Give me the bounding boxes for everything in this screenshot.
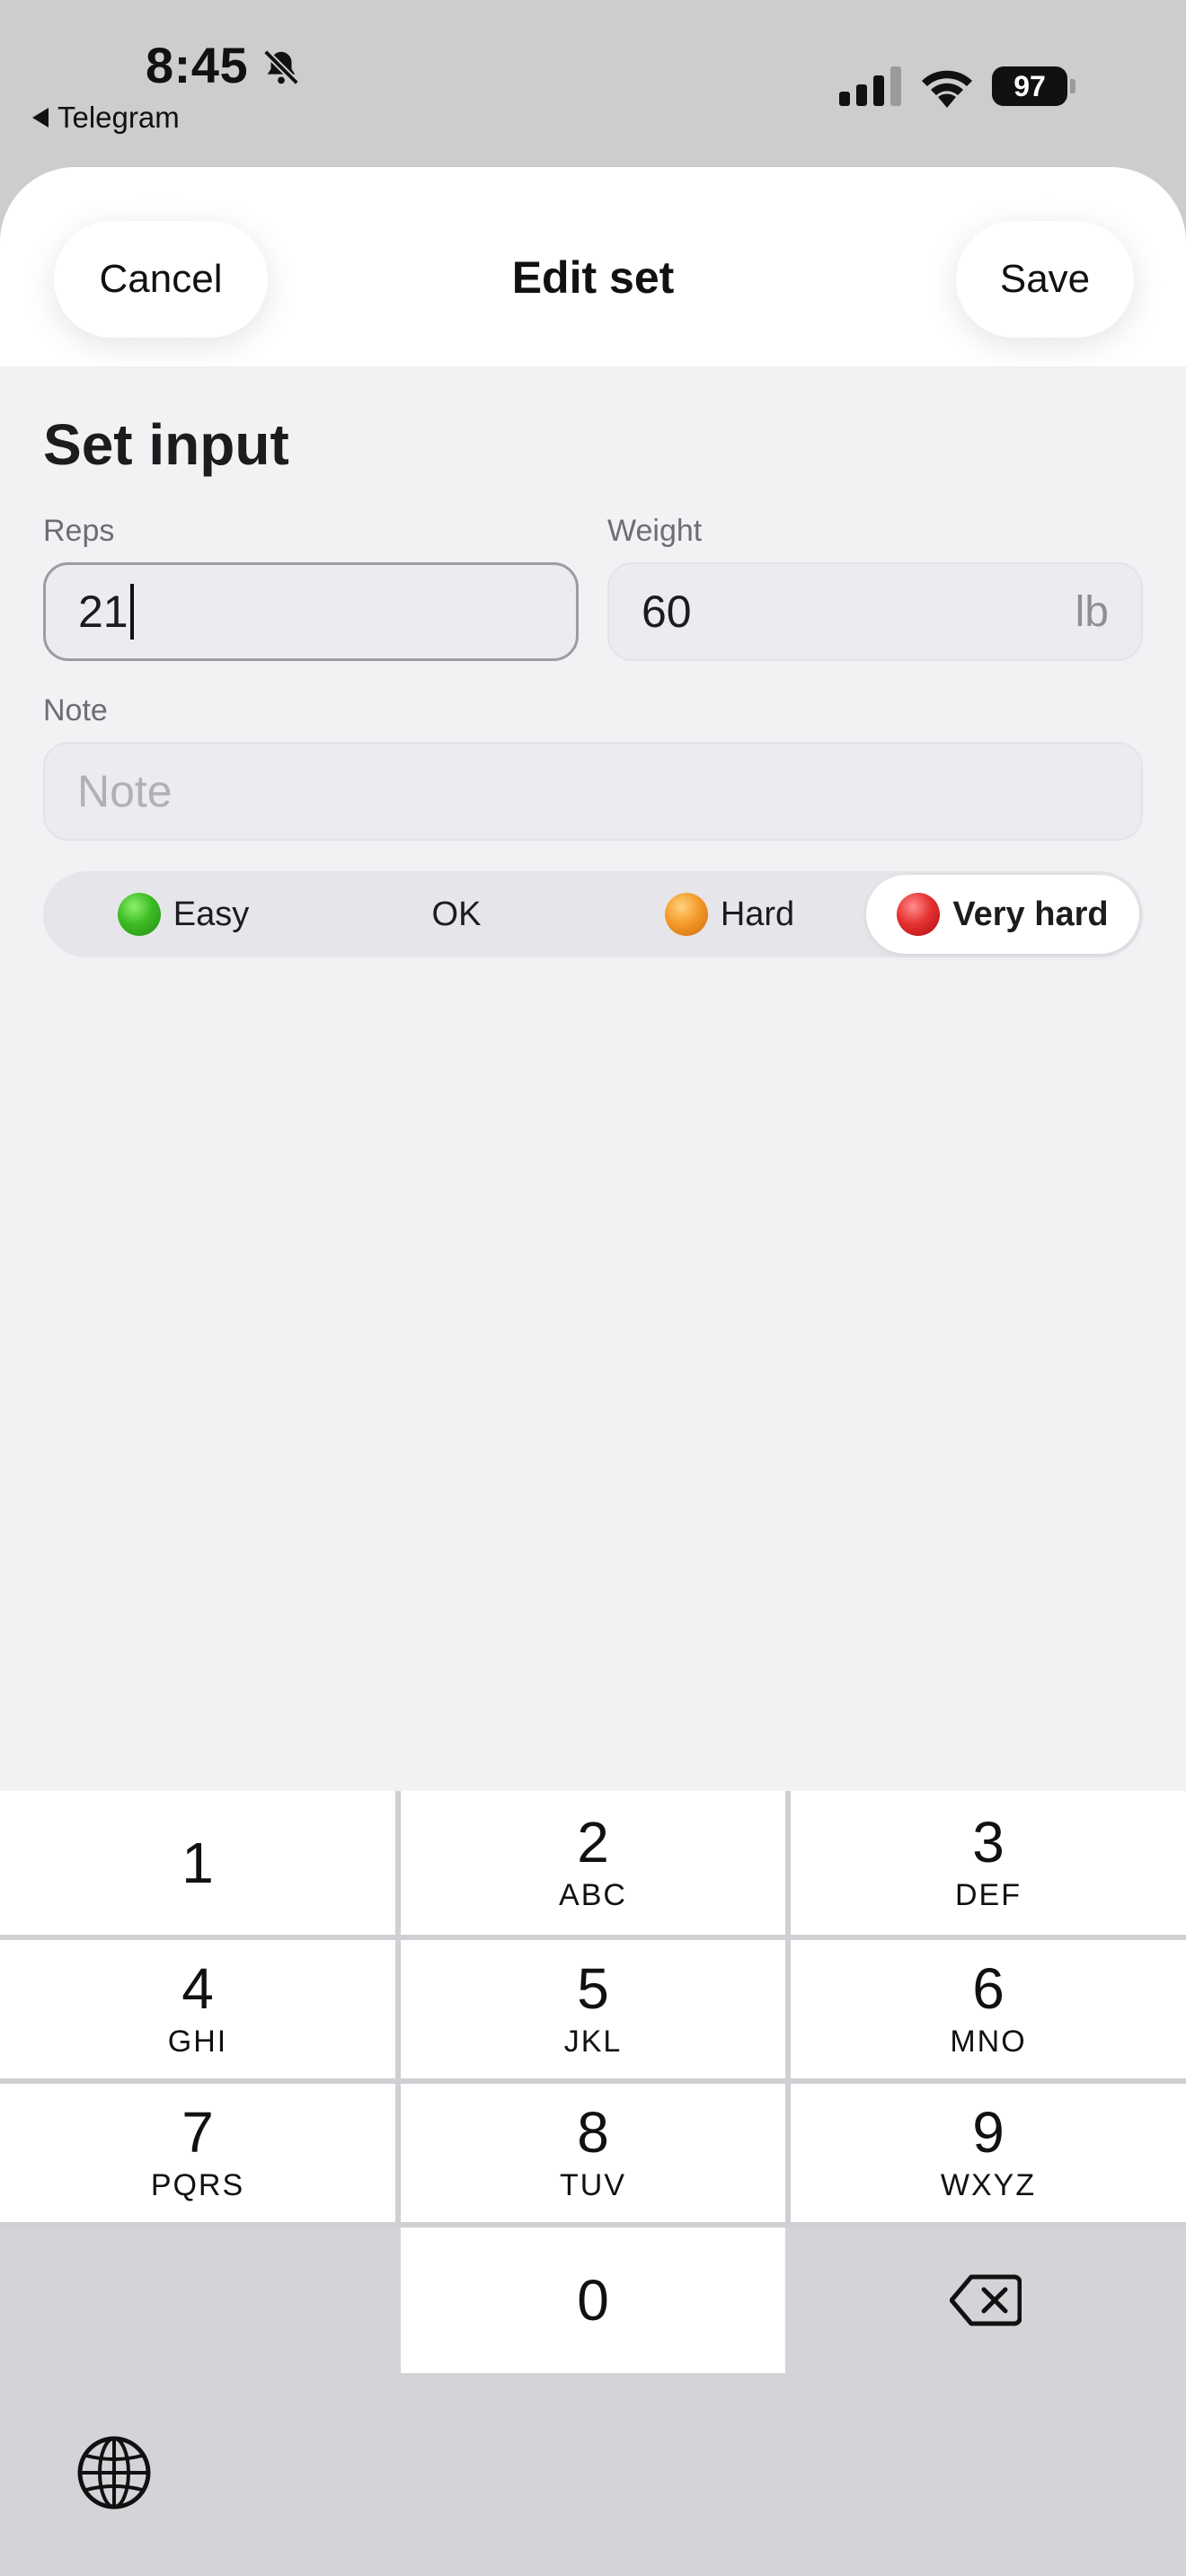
green-circle-icon — [117, 893, 161, 936]
difficulty-segmented-control: Easy OK Hard Very hard — [43, 871, 1143, 957]
key-number: 6 — [972, 1955, 1005, 2021]
orange-circle-icon — [664, 893, 708, 936]
key-number: 1 — [181, 1831, 214, 1895]
key-1[interactable]: 1 — [0, 1791, 395, 1935]
key-number: 5 — [577, 1955, 609, 2021]
reps-value: 21 — [78, 587, 128, 637]
text-caret — [129, 584, 134, 640]
note-placeholder: Note — [77, 766, 173, 816]
key-4[interactable]: 4 GHI — [0, 1940, 395, 2078]
difficulty-option-ok[interactable]: OK — [320, 875, 593, 954]
difficulty-option-hard[interactable]: Hard — [593, 875, 866, 954]
weight-input[interactable]: 60 lb — [607, 562, 1143, 661]
battery-indicator: 97 — [992, 66, 1075, 106]
delete-key[interactable] — [785, 2228, 1186, 2373]
key-letters: JKL — [563, 2024, 623, 2059]
key-letters: MNO — [950, 2024, 1027, 2059]
key-number: 0 — [577, 2268, 609, 2333]
difficulty-option-very-hard[interactable]: Very hard — [866, 875, 1139, 954]
key-2[interactable]: 2 ABC — [401, 1791, 785, 1935]
keyboard-bottom-bar — [0, 2373, 1186, 2576]
weight-label: Weight — [607, 514, 703, 548]
backspace-icon — [950, 2274, 1022, 2326]
back-app-label: Telegram — [58, 101, 180, 134]
cellular-signal-icon — [839, 66, 901, 106]
note-input[interactable]: Note — [43, 742, 1143, 841]
difficulty-label: Hard — [720, 895, 795, 933]
key-number: 9 — [972, 2099, 1005, 2165]
wifi-icon — [922, 70, 972, 108]
battery-tip — [1070, 79, 1075, 93]
key-number: 7 — [181, 2099, 214, 2165]
key-8[interactable]: 8 TUV — [401, 2084, 785, 2222]
key-7[interactable]: 7 PQRS — [0, 2084, 395, 2222]
key-3[interactable]: 3 DEF — [791, 1791, 1186, 1935]
reps-label: Reps — [43, 514, 115, 548]
note-label: Note — [43, 693, 108, 728]
key-letters: TUV — [560, 2167, 626, 2202]
difficulty-option-easy[interactable]: Easy — [47, 875, 320, 954]
weight-value: 60 — [642, 587, 692, 637]
key-0[interactable]: 0 — [401, 2228, 785, 2373]
numeric-keypad: 1 2 ABC 3 DEF 4 GHI 5 JKL 6 MNO 7 PQRS 8… — [0, 1791, 1186, 2576]
back-triangle-icon — [32, 108, 49, 128]
key-letters: ABC — [559, 1877, 627, 1912]
key-number: 4 — [181, 1955, 214, 2021]
red-circle-icon — [897, 893, 941, 936]
bell-muted-icon — [263, 49, 299, 85]
back-to-app-link[interactable]: Telegram — [32, 101, 180, 135]
battery-level: 97 — [992, 66, 1067, 106]
screen: 8:45 Telegram 97 Cancel Edit set Save Se… — [0, 0, 1186, 2576]
globe-icon[interactable] — [74, 2432, 155, 2513]
key-letters: PQRS — [150, 2167, 245, 2202]
key-9[interactable]: 9 WXYZ — [791, 2084, 1186, 2222]
key-letters: WXYZ — [940, 2167, 1037, 2202]
key-letters: GHI — [167, 2024, 228, 2059]
difficulty-label: Easy — [173, 895, 250, 933]
weight-unit: lb — [1075, 587, 1109, 636]
status-time: 8:45 — [146, 37, 249, 93]
key-5[interactable]: 5 JKL — [401, 1940, 785, 2078]
key-number: 3 — [972, 1809, 1005, 1875]
key-6[interactable]: 6 MNO — [791, 1940, 1186, 2078]
key-number: 2 — [577, 1809, 609, 1875]
sheet-header: Cancel Edit set Save — [0, 167, 1186, 366]
difficulty-label: OK — [431, 895, 482, 933]
difficulty-label: Very hard — [952, 895, 1109, 933]
key-letters: DEF — [955, 1877, 1022, 1912]
save-button[interactable]: Save — [956, 221, 1134, 338]
section-title: Set input — [43, 412, 289, 477]
key-number: 8 — [577, 2099, 609, 2165]
reps-input[interactable]: 21 — [43, 562, 579, 661]
key-blank — [0, 2228, 401, 2373]
